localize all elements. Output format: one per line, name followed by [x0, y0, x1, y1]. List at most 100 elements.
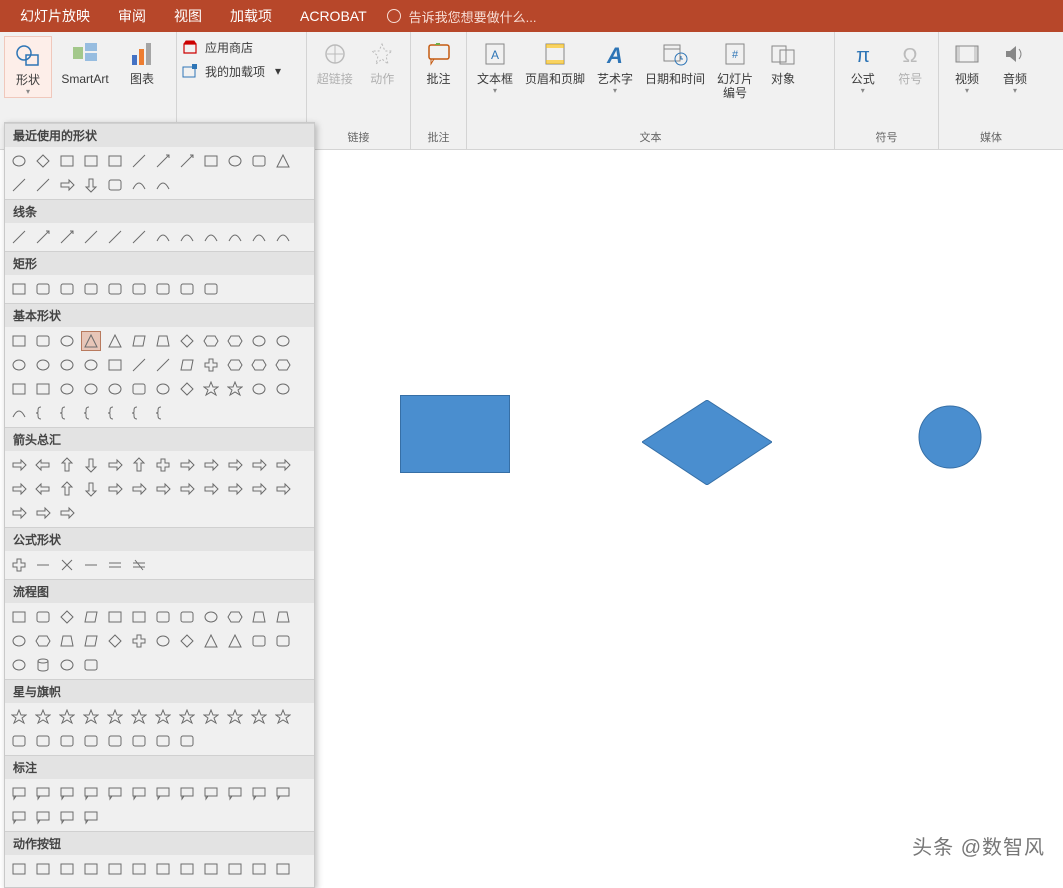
shape-swatch[interactable] — [129, 455, 149, 475]
shape-swatch[interactable] — [129, 403, 149, 423]
shape-swatch[interactable] — [249, 455, 269, 475]
shape-swatch[interactable] — [105, 859, 125, 879]
tab-review[interactable]: 审阅 — [104, 0, 160, 32]
shape-swatch[interactable] — [81, 783, 101, 803]
shape-swatch[interactable] — [177, 783, 197, 803]
shape-swatch[interactable] — [33, 503, 53, 523]
shape-swatch[interactable] — [9, 503, 29, 523]
shape-swatch[interactable] — [129, 279, 149, 299]
shape-swatch[interactable] — [9, 655, 29, 675]
shape-swatch[interactable] — [57, 355, 77, 375]
shape-swatch[interactable] — [153, 331, 173, 351]
shape-swatch[interactable] — [177, 631, 197, 651]
textbox-button[interactable]: A 文本框▾ — [471, 36, 519, 96]
tab-slideshow[interactable]: 幻灯片放映 — [6, 0, 104, 32]
shape-swatch[interactable] — [33, 151, 53, 171]
shape-swatch[interactable] — [57, 379, 77, 399]
shape-swatch[interactable] — [9, 455, 29, 475]
shape-swatch[interactable] — [57, 783, 77, 803]
shape-swatch[interactable] — [153, 607, 173, 627]
shape-swatch[interactable] — [105, 707, 125, 727]
shape-swatch[interactable] — [153, 379, 173, 399]
my-addins-button[interactable]: 我的加载项 ▾ — [181, 62, 298, 80]
shape-swatch[interactable] — [201, 331, 221, 351]
shape-swatch[interactable] — [273, 607, 293, 627]
shape-swatch[interactable] — [33, 355, 53, 375]
shape-swatch[interactable] — [57, 807, 77, 827]
shape-swatch[interactable] — [201, 859, 221, 879]
tab-addins[interactable]: 加载项 — [216, 0, 286, 32]
shape-swatch[interactable] — [129, 731, 149, 751]
shape-swatch[interactable] — [201, 479, 221, 499]
shape-swatch[interactable] — [105, 331, 125, 351]
shape-swatch[interactable] — [129, 379, 149, 399]
shape-swatch[interactable] — [81, 859, 101, 879]
shape-swatch[interactable] — [129, 151, 149, 171]
shape-swatch[interactable] — [81, 807, 101, 827]
shape-swatch[interactable] — [177, 279, 197, 299]
shape-swatch[interactable] — [9, 355, 29, 375]
shape-swatch[interactable] — [153, 455, 173, 475]
shape-swatch[interactable] — [57, 455, 77, 475]
shape-swatch[interactable] — [105, 555, 125, 575]
shape-swatch[interactable] — [273, 859, 293, 879]
shape-swatch[interactable] — [249, 607, 269, 627]
shape-swatch[interactable] — [201, 355, 221, 375]
shape-swatch[interactable] — [33, 403, 53, 423]
shape-swatch[interactable] — [9, 783, 29, 803]
shape-swatch[interactable] — [129, 479, 149, 499]
shape-swatch[interactable] — [273, 355, 293, 375]
shape-swatch[interactable] — [177, 859, 197, 879]
shape-diamond[interactable] — [642, 400, 772, 485]
shape-swatch[interactable] — [225, 227, 245, 247]
shape-swatch[interactable] — [105, 379, 125, 399]
shape-swatch[interactable] — [33, 859, 53, 879]
shape-swatch[interactable] — [33, 783, 53, 803]
shape-swatch[interactable] — [57, 279, 77, 299]
shape-swatch[interactable] — [81, 175, 101, 195]
shape-swatch[interactable] — [9, 607, 29, 627]
shape-swatch[interactable] — [273, 631, 293, 651]
audio-button[interactable]: 音频▾ — [991, 36, 1039, 96]
slide-number-button[interactable]: # 幻灯片 编号 — [711, 36, 759, 101]
shape-swatch[interactable] — [9, 707, 29, 727]
shape-swatch[interactable] — [33, 331, 53, 351]
shape-swatch[interactable] — [9, 279, 29, 299]
shape-swatch[interactable] — [129, 175, 149, 195]
shape-swatch[interactable] — [225, 151, 245, 171]
shape-swatch[interactable] — [153, 355, 173, 375]
shape-swatch[interactable] — [177, 151, 197, 171]
shape-swatch[interactable] — [273, 151, 293, 171]
shape-swatch[interactable] — [225, 379, 245, 399]
shape-swatch[interactable] — [153, 783, 173, 803]
shape-swatch[interactable] — [273, 227, 293, 247]
shape-swatch[interactable] — [225, 707, 245, 727]
shape-swatch[interactable] — [153, 631, 173, 651]
hyperlink-button[interactable]: 超链接 — [311, 36, 359, 86]
shape-swatch[interactable] — [81, 731, 101, 751]
shape-swatch[interactable] — [129, 227, 149, 247]
shape-swatch[interactable] — [105, 355, 125, 375]
shape-swatch[interactable] — [81, 655, 101, 675]
shape-swatch[interactable] — [33, 655, 53, 675]
shape-swatch[interactable] — [9, 555, 29, 575]
shape-swatch[interactable] — [33, 279, 53, 299]
shape-swatch[interactable] — [33, 555, 53, 575]
shape-swatch[interactable] — [177, 707, 197, 727]
shape-swatch[interactable] — [177, 455, 197, 475]
slide-canvas[interactable] — [320, 160, 1063, 838]
shape-swatch[interactable] — [105, 783, 125, 803]
shape-swatch[interactable] — [225, 631, 245, 651]
shape-swatch[interactable] — [153, 731, 173, 751]
video-button[interactable]: 视频▾ — [943, 36, 991, 96]
shape-swatch[interactable] — [57, 707, 77, 727]
shape-swatch[interactable] — [249, 355, 269, 375]
shape-swatch[interactable] — [33, 631, 53, 651]
equation-button[interactable]: π 公式▾ — [839, 36, 887, 96]
shape-swatch[interactable] — [249, 859, 269, 879]
shape-swatch[interactable] — [201, 707, 221, 727]
shape-swatch[interactable] — [33, 379, 53, 399]
shape-swatch[interactable] — [81, 479, 101, 499]
shape-swatch[interactable] — [273, 707, 293, 727]
shapes-button[interactable]: 形状 ▾ — [4, 36, 52, 98]
